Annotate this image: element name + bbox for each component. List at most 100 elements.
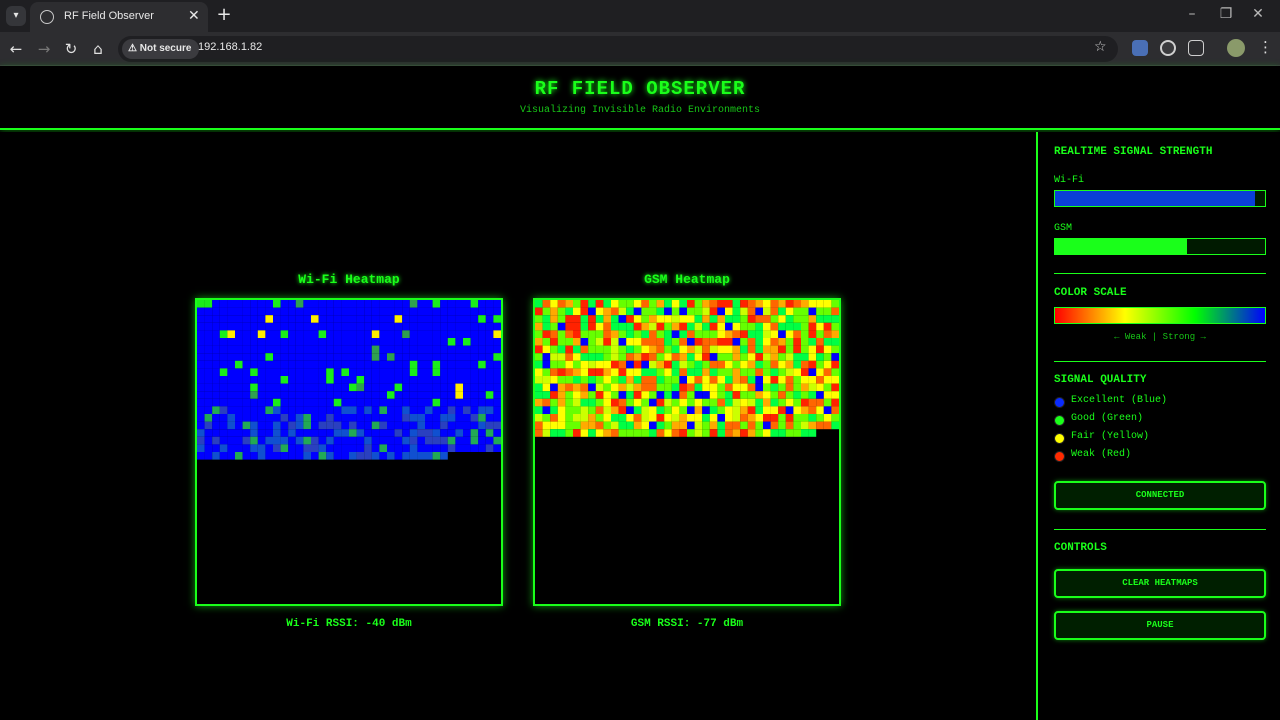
heatmap-cell xyxy=(633,406,642,414)
heatmap-cell xyxy=(550,421,558,430)
heatmap-cell xyxy=(831,391,839,399)
heatmap-cell xyxy=(626,345,634,354)
heatmap-cell xyxy=(763,353,771,361)
address-bar[interactable]: ⚠ Not secure 192.168.1.82 xyxy=(118,36,1118,62)
heatmap-cell xyxy=(379,307,387,316)
heatmap-cell xyxy=(611,429,619,437)
heatmap-cell xyxy=(295,444,304,452)
heatmap-cell xyxy=(349,452,357,460)
heatmap-cell xyxy=(493,353,501,361)
heatmap-cell xyxy=(603,391,611,399)
heatmap-cell xyxy=(801,421,809,430)
heatmap-cell xyxy=(265,368,273,376)
heatmap-cell xyxy=(763,300,771,308)
bookmark-star-icon[interactable]: ☆ xyxy=(1094,39,1107,55)
heatmap-cell xyxy=(493,360,501,369)
heatmap-cell xyxy=(801,383,809,392)
heatmap-cell xyxy=(793,391,801,399)
heatmap-cell xyxy=(402,452,410,460)
heatmap-cell xyxy=(242,452,251,460)
heatmap-cell xyxy=(595,360,604,369)
heatmap-cell xyxy=(823,398,832,407)
heatmap-cell xyxy=(387,414,395,422)
heatmap-cell xyxy=(679,376,687,384)
heatmap-cell xyxy=(557,421,566,430)
heatmap-cell xyxy=(493,444,501,452)
heatmap-cell xyxy=(303,444,311,452)
heatmap-cell xyxy=(485,414,494,422)
heatmap-cell xyxy=(204,330,213,338)
heatmap-cell xyxy=(732,322,741,331)
heatmap-cell xyxy=(197,360,205,369)
heatmap-cell xyxy=(709,391,718,399)
connection-status-button[interactable]: CONNECTED xyxy=(1054,481,1266,510)
heatmap-cell xyxy=(273,307,281,316)
close-tab-icon[interactable]: ✕ xyxy=(188,8,200,24)
restore-icon[interactable]: ❐ xyxy=(1216,6,1236,22)
home-icon[interactable]: ⌂ xyxy=(88,39,108,59)
translate-extension-icon[interactable] xyxy=(1132,40,1148,56)
reload-icon[interactable]: ↻ xyxy=(61,39,81,59)
pause-button[interactable]: PAUSE xyxy=(1054,611,1266,640)
heatmap-cell xyxy=(219,376,228,384)
grammarly-extension-icon[interactable] xyxy=(1160,40,1176,56)
heatmap-cell xyxy=(349,322,357,331)
heatmap-cell xyxy=(778,307,786,316)
heatmap-cell xyxy=(470,406,479,414)
heatmap-cell xyxy=(565,360,573,369)
heatmap-cell xyxy=(793,345,801,354)
heatmap-cell xyxy=(493,338,501,346)
heatmap-cell xyxy=(478,391,486,399)
close-window-icon[interactable]: ✕ xyxy=(1248,6,1268,22)
heatmap-cell xyxy=(356,315,365,323)
heatmap-cell xyxy=(535,414,543,422)
heatmap-cell xyxy=(402,330,410,338)
heatmap-cell xyxy=(732,360,741,369)
heatmap-cell xyxy=(219,406,228,414)
profile-avatar[interactable] xyxy=(1227,39,1245,57)
extensions-puzzle-icon[interactable] xyxy=(1188,40,1204,56)
heatmap-cell xyxy=(478,300,486,308)
heatmap-cell xyxy=(611,338,619,346)
heatmap-cell xyxy=(588,398,596,407)
heatmap-cell xyxy=(633,330,642,338)
heatmap-cell xyxy=(447,376,456,384)
heatmap-cell xyxy=(793,330,801,338)
heatmap-cell xyxy=(656,360,665,369)
heatmap-cell xyxy=(694,330,703,338)
heatmap-cell xyxy=(542,307,551,316)
heatmap-cell xyxy=(702,421,710,430)
heatmap-cell xyxy=(273,452,281,460)
tab-search-icon[interactable]: ▾ xyxy=(6,6,26,26)
heatmap-cell xyxy=(242,421,251,430)
heatmap-cell xyxy=(197,307,205,316)
url-text[interactable]: 192.168.1.82 xyxy=(198,41,262,53)
heatmap-cell xyxy=(808,414,817,422)
heatmap-cell xyxy=(565,398,573,407)
minimize-icon[interactable]: – xyxy=(1182,6,1202,22)
heatmap-cell xyxy=(242,330,251,338)
heatmap-cell xyxy=(763,330,771,338)
heatmap-cell xyxy=(212,406,220,414)
heatmap-cell xyxy=(656,376,665,384)
heatmap-cell xyxy=(356,391,365,399)
clear-heatmaps-button[interactable]: CLEAR HEATMAPS xyxy=(1054,569,1266,598)
heatmap-cell xyxy=(303,376,311,384)
browser-tab[interactable]: RF Field Observer ✕ xyxy=(30,2,208,32)
heatmap-cell xyxy=(257,406,266,414)
heatmap-cell xyxy=(440,360,448,369)
forward-icon[interactable]: → xyxy=(34,39,54,59)
heatmap-cell xyxy=(250,307,258,316)
new-tab-icon[interactable]: + xyxy=(214,4,234,25)
heatmap-cell xyxy=(417,406,425,414)
back-icon[interactable]: ← xyxy=(6,39,26,59)
heatmap-cell xyxy=(694,414,703,422)
app-header: RF FIELD OBSERVER Visualizing Invisible … xyxy=(0,66,1280,130)
heatmap-cell xyxy=(641,315,649,323)
heatmap-cell xyxy=(611,383,619,392)
heatmap-cell xyxy=(364,300,372,308)
security-chip[interactable]: ⚠ Not secure xyxy=(122,39,200,59)
heatmap-cell xyxy=(219,300,228,308)
browser-menu-icon[interactable]: ⋮ xyxy=(1258,38,1273,56)
heatmap-cell xyxy=(694,368,703,376)
